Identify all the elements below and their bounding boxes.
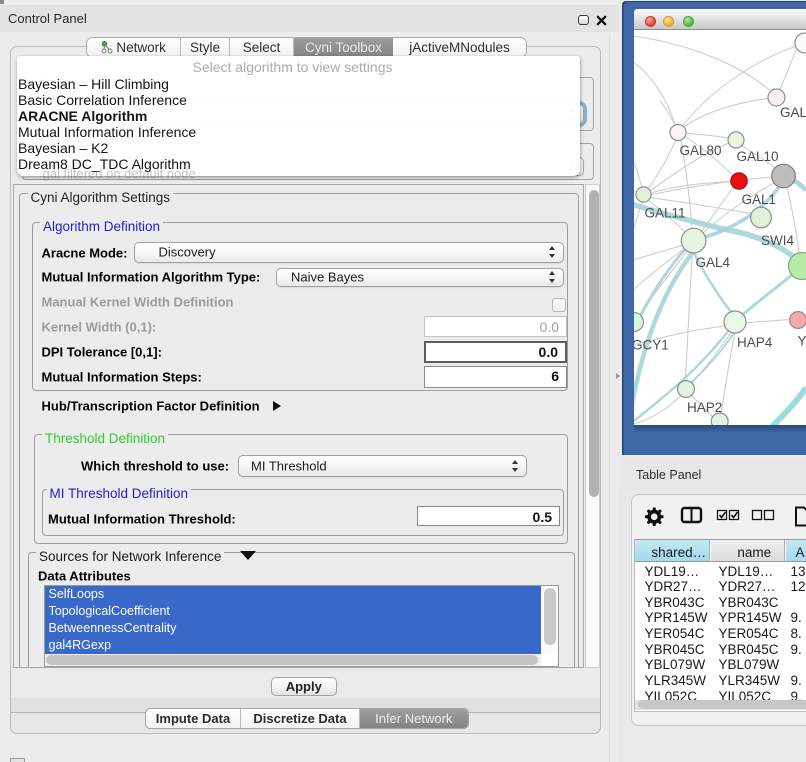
svg-text:GAL4: GAL4: [696, 255, 731, 270]
svg-text:HAP2: HAP2: [687, 400, 722, 415]
svg-text:GAL1: GAL1: [742, 192, 777, 207]
svg-text:GAL11: GAL11: [645, 206, 686, 221]
svg-text:SWI4: SWI4: [761, 233, 794, 248]
svg-text:GAL10: GAL10: [737, 149, 779, 164]
svg-text:GCY1: GCY1: [634, 338, 669, 353]
svg-text:YB: YB: [798, 334, 806, 349]
svg-text:GAL80: GAL80: [680, 143, 722, 158]
svg-text:HAP4: HAP4: [737, 335, 773, 350]
svg-text:GAL7: GAL7: [780, 105, 806, 120]
